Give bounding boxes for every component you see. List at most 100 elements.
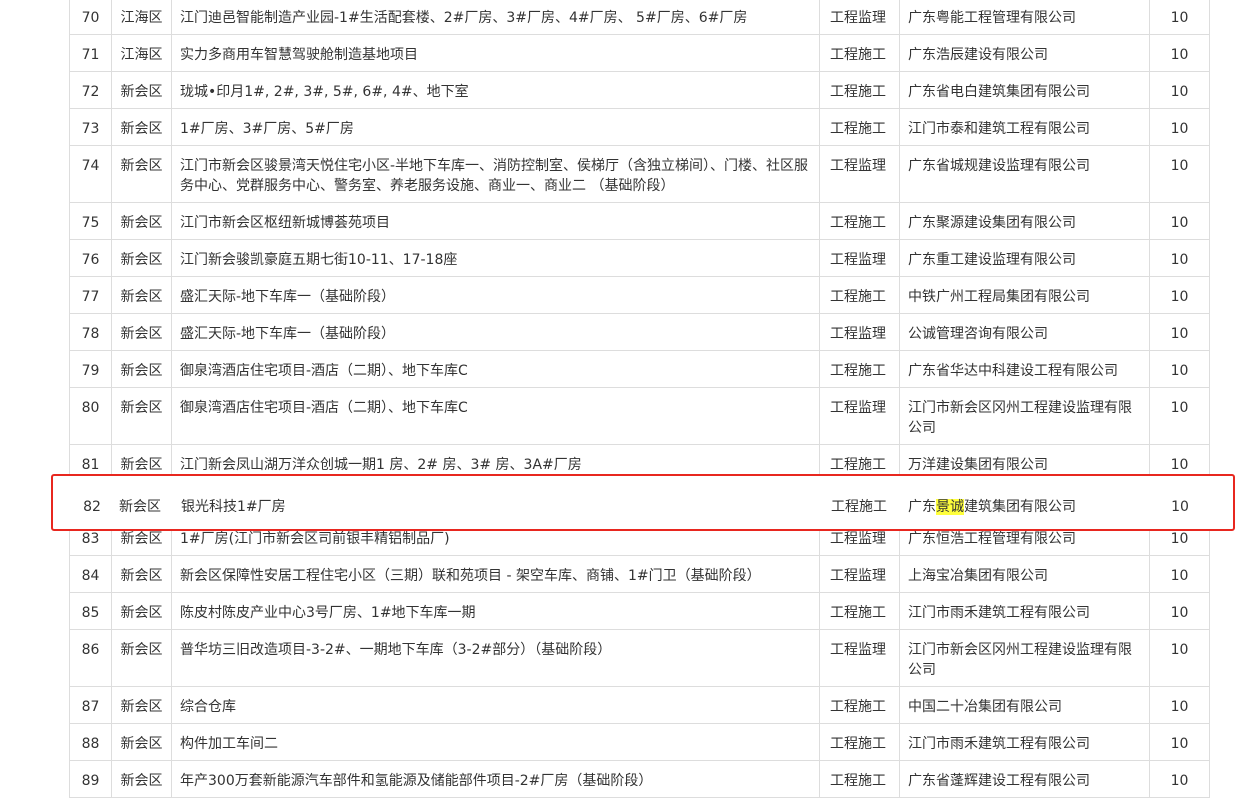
row-district: 新会区 bbox=[111, 313, 172, 351]
row-company: 江门市新会区冈州工程建设监理有限公司 bbox=[899, 387, 1150, 445]
row-score: 10 bbox=[1149, 202, 1210, 240]
table-row: 75 新会区 江门市新会区枢纽新城博荟苑项目 工程施工 广东聚源建设集团有限公司 10 bbox=[69, 202, 1210, 240]
highlighted-row-project: 银光科技1#厂房 bbox=[181, 499, 286, 515]
table-row: 84 新会区 新会区保障性安居工程住宅小区（三期）联和苑项目 - 架空车库、商铺、1… bbox=[69, 555, 1210, 593]
table-row: 85 新会区 陈皮村陈皮产业中心3号厂房、1#地下车库一期 工程施工 江门市雨禾建筑工程… bbox=[69, 592, 1210, 630]
row-score: 10 bbox=[1149, 71, 1210, 109]
row-company: 中铁广州工程局集团有限公司 bbox=[899, 276, 1150, 314]
table-body: 70 江海区 江门迪邑智能制造产业园-1#生活配套楼、2#厂房、3#厂房、4#厂房、… bbox=[69, 0, 1210, 798]
row-type: 工程监理 bbox=[819, 555, 900, 593]
row-district: 新会区 bbox=[111, 555, 172, 593]
row-project: 珑城•印月1#, 2#, 3#, 5#, 6#, 4#、地下室 bbox=[171, 71, 820, 109]
row-score: 10 bbox=[1149, 760, 1210, 798]
row-district: 江海区 bbox=[111, 34, 172, 72]
row-company: 广东省电白建筑集团有限公司 bbox=[899, 71, 1150, 109]
row-type: 工程监理 bbox=[819, 239, 900, 277]
highlighted-row-score: 10 bbox=[1171, 499, 1189, 515]
row-company: 广东聚源建设集团有限公司 bbox=[899, 202, 1150, 240]
row-company: 公诚管理咨询有限公司 bbox=[899, 313, 1150, 351]
row-type: 工程施工 bbox=[819, 592, 900, 630]
project-results-table: 70 江海区 江门迪邑智能制造产业园-1#生活配套楼、2#厂房、3#厂房、4#厂房、… bbox=[69, 0, 1210, 798]
row-district: 新会区 bbox=[111, 108, 172, 146]
row-type: 工程监理 bbox=[819, 145, 900, 203]
row-number: 87 bbox=[69, 686, 112, 724]
results-table-container: 70 江海区 江门迪邑智能制造产业园-1#生活配套楼、2#厂房、3#厂房、4#厂房、… bbox=[69, 0, 1210, 798]
row-project: 陈皮村陈皮产业中心3号厂房、1#地下车库一期 bbox=[171, 592, 820, 630]
row-score: 10 bbox=[1149, 686, 1210, 724]
highlighted-row: 82 新会区 银光科技1#厂房 工程施工 广东景诚建筑集团有限公司 10 bbox=[53, 476, 1233, 529]
table-row: 74 新会区 江门市新会区骏景湾天悦住宅小区-半地下车库一、消防控制室、侯梯厅（含独… bbox=[69, 145, 1210, 203]
row-number: 86 bbox=[69, 629, 112, 687]
row-project: 实力多商用车智慧驾驶舱制造基地项目 bbox=[171, 34, 820, 72]
row-company: 广东重工建设监理有限公司 bbox=[899, 239, 1150, 277]
table-row: 78 新会区 盛汇天际-地下车库一（基础阶段） 工程监理 公诚管理咨询有限公司 10 bbox=[69, 313, 1210, 351]
row-score: 10 bbox=[1149, 145, 1210, 203]
row-number: 84 bbox=[69, 555, 112, 593]
row-project: 江门市新会区骏景湾天悦住宅小区-半地下车库一、消防控制室、侯梯厅（含独立梯间）、… bbox=[171, 145, 820, 203]
row-number: 78 bbox=[69, 313, 112, 351]
row-number: 88 bbox=[69, 723, 112, 761]
table-row: 87 新会区 综合仓库 工程施工 中国二十冶集团有限公司 10 bbox=[69, 686, 1210, 724]
table-row: 73 新会区 1#厂房、3#厂房、5#厂房 工程施工 江门市泰和建筑工程有限公司 10 bbox=[69, 108, 1210, 146]
row-project: 御泉湾酒店住宅项目-酒店（二期）、地下车库C bbox=[171, 387, 820, 445]
row-type: 工程监理 bbox=[819, 387, 900, 445]
row-number: 75 bbox=[69, 202, 112, 240]
row-district: 新会区 bbox=[111, 686, 172, 724]
row-score: 10 bbox=[1149, 555, 1210, 593]
row-project: 江门迪邑智能制造产业园-1#生活配套楼、2#厂房、3#厂房、4#厂房、 5#厂房… bbox=[171, 0, 820, 35]
row-project: 江门市新会区枢纽新城博荟苑项目 bbox=[171, 202, 820, 240]
row-company: 江门市新会区冈州工程建设监理有限公司 bbox=[899, 629, 1150, 687]
row-project: 构件加工车间二 bbox=[171, 723, 820, 761]
row-type: 工程施工 bbox=[819, 71, 900, 109]
row-type: 工程施工 bbox=[819, 108, 900, 146]
highlighted-row-type: 工程施工 bbox=[831, 499, 887, 515]
table-row: 80 新会区 御泉湾酒店住宅项目-酒店（二期）、地下车库C 工程监理 江门市新会区冈州工… bbox=[69, 387, 1210, 445]
table-row: 71 江海区 实力多商用车智慧驾驶舱制造基地项目 工程施工 广东浩辰建设有限公司 10 bbox=[69, 34, 1210, 72]
company-highlight-mark: 景诚 bbox=[936, 499, 964, 515]
table-row: 79 新会区 御泉湾酒店住宅项目-酒店（二期）、地下车库C 工程施工 广东省华达中科建设… bbox=[69, 350, 1210, 388]
table-row: 77 新会区 盛汇天际-地下车库一（基础阶段） 工程施工 中铁广州工程局集团有限公司 10 bbox=[69, 276, 1210, 314]
row-company: 广东浩辰建设有限公司 bbox=[899, 34, 1150, 72]
row-type: 工程施工 bbox=[819, 276, 900, 314]
row-project: 盛汇天际-地下车库一（基础阶段） bbox=[171, 276, 820, 314]
row-score: 10 bbox=[1149, 723, 1210, 761]
highlighted-row-district: 新会区 bbox=[119, 499, 161, 515]
row-number: 72 bbox=[69, 71, 112, 109]
row-number: 70 bbox=[69, 0, 112, 35]
table-row: 89 新会区 年产300万套新能源汽车部件和氢能源及储能部件项目-2#厂房（基础阶段… bbox=[69, 760, 1210, 798]
row-project: 盛汇天际-地下车库一（基础阶段） bbox=[171, 313, 820, 351]
row-district: 新会区 bbox=[111, 592, 172, 630]
row-company: 广东省蓬辉建设工程有限公司 bbox=[899, 760, 1150, 798]
row-score: 10 bbox=[1149, 276, 1210, 314]
row-type: 工程监理 bbox=[819, 313, 900, 351]
company-prefix: 广东 bbox=[908, 499, 936, 515]
row-number: 76 bbox=[69, 239, 112, 277]
row-district: 新会区 bbox=[111, 202, 172, 240]
row-project: 江门新会骏凯豪庭五期七街10-11、17-18座 bbox=[171, 239, 820, 277]
row-company: 中国二十冶集团有限公司 bbox=[899, 686, 1150, 724]
row-district: 新会区 bbox=[111, 239, 172, 277]
row-company: 江门市泰和建筑工程有限公司 bbox=[899, 108, 1150, 146]
highlighted-row-company: 广东景诚建筑集团有限公司 bbox=[908, 497, 1076, 517]
row-company: 江门市雨禾建筑工程有限公司 bbox=[899, 592, 1150, 630]
company-suffix: 建筑集团有限公司 bbox=[964, 499, 1076, 515]
row-type: 工程监理 bbox=[819, 0, 900, 35]
row-company: 广东粤能工程管理有限公司 bbox=[899, 0, 1150, 35]
row-company: 江门市雨禾建筑工程有限公司 bbox=[899, 723, 1150, 761]
row-type: 工程施工 bbox=[819, 34, 900, 72]
row-type: 工程监理 bbox=[819, 629, 900, 687]
row-company: 广东省华达中科建设工程有限公司 bbox=[899, 350, 1150, 388]
row-project: 综合仓库 bbox=[171, 686, 820, 724]
row-project: 普华坊三旧改造项目-3-2#、一期地下车库（3-2#部分）（基础阶段） bbox=[171, 629, 820, 687]
row-district: 新会区 bbox=[111, 350, 172, 388]
row-district: 新会区 bbox=[111, 760, 172, 798]
row-district: 新会区 bbox=[111, 145, 172, 203]
row-project: 御泉湾酒店住宅项目-酒店（二期）、地下车库C bbox=[171, 350, 820, 388]
row-score: 10 bbox=[1149, 387, 1210, 445]
row-number: 89 bbox=[69, 760, 112, 798]
row-type: 工程施工 bbox=[819, 686, 900, 724]
table-row: 76 新会区 江门新会骏凯豪庭五期七街10-11、17-18座 工程监理 广东重工建设监… bbox=[69, 239, 1210, 277]
row-company: 广东省城规建设监理有限公司 bbox=[899, 145, 1150, 203]
row-score: 10 bbox=[1149, 350, 1210, 388]
row-score: 10 bbox=[1149, 592, 1210, 630]
